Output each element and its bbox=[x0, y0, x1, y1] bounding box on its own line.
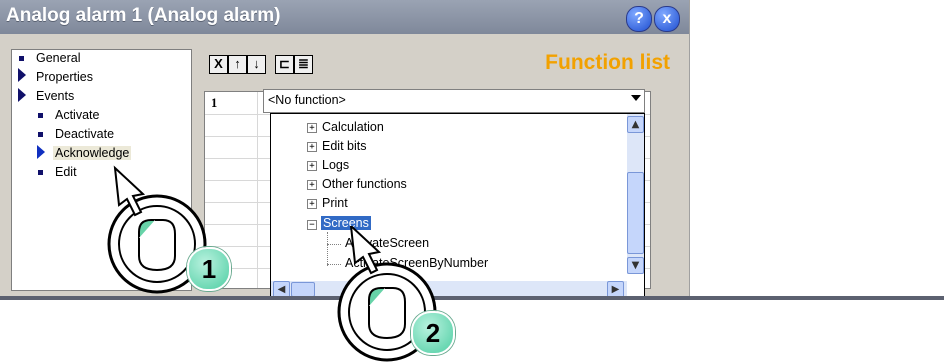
function-list-title: Function list bbox=[545, 51, 670, 74]
step-2-badge: 2 bbox=[411, 311, 455, 355]
step-1-badge: 1 bbox=[187, 247, 231, 291]
delete-button[interactable]: X bbox=[209, 55, 228, 74]
bullet-icon bbox=[38, 170, 43, 175]
expand-icon[interactable]: + bbox=[307, 123, 317, 133]
list-item-calculation[interactable]: Calculation bbox=[322, 120, 384, 134]
selected-function: <No function> bbox=[268, 93, 346, 107]
scroll-thumb[interactable] bbox=[627, 172, 644, 254]
expand-arrow-icon bbox=[18, 68, 26, 82]
list-item-print[interactable]: Print bbox=[322, 196, 348, 210]
title-bar: Analog alarm 1 (Analog alarm) ? x bbox=[0, 0, 689, 34]
tree-item-deactivate[interactable]: Deactivate bbox=[55, 127, 114, 141]
collapse-icon[interactable]: − bbox=[307, 220, 317, 230]
tree-item-general[interactable]: General bbox=[36, 51, 80, 65]
expand-icon[interactable]: + bbox=[307, 180, 317, 190]
expand-icon[interactable]: + bbox=[307, 142, 317, 152]
scroll-up-icon[interactable]: ▲ bbox=[627, 116, 644, 133]
tree-item-edit[interactable]: Edit bbox=[55, 165, 77, 179]
expand-arrow-icon bbox=[18, 88, 26, 102]
move-down-button[interactable]: ↓ bbox=[247, 55, 266, 74]
bullet-icon bbox=[38, 132, 43, 137]
toolbar-button-1[interactable]: ⊏ bbox=[275, 55, 294, 74]
bullet-icon bbox=[38, 113, 43, 118]
scroll-thumb[interactable] bbox=[291, 282, 315, 297]
expand-icon[interactable]: + bbox=[307, 161, 317, 171]
vertical-scrollbar[interactable]: ▲ ▼ bbox=[627, 114, 644, 274]
tree-item-acknowledge[interactable]: Acknowledge bbox=[53, 146, 132, 160]
tree-item-properties[interactable]: Properties bbox=[36, 70, 93, 84]
window-title: Analog alarm 1 (Analog alarm) bbox=[6, 5, 281, 26]
list-item-other-functions[interactable]: Other functions bbox=[322, 177, 407, 191]
dropdown-arrow-icon[interactable] bbox=[631, 95, 641, 101]
expand-icon[interactable]: + bbox=[307, 199, 317, 209]
help-icon[interactable]: ? bbox=[626, 6, 652, 32]
selected-arrow-icon bbox=[37, 145, 45, 159]
scroll-down-icon[interactable]: ▼ bbox=[627, 257, 644, 274]
grid-line bbox=[257, 92, 258, 288]
function-select[interactable]: <No function> bbox=[263, 89, 645, 113]
move-up-button[interactable]: ↑ bbox=[228, 55, 247, 74]
close-icon[interactable]: x bbox=[654, 6, 680, 32]
toolbar-button-2[interactable]: ≣ bbox=[294, 55, 313, 74]
list-item-edit-bits[interactable]: Edit bits bbox=[322, 139, 366, 153]
tree-item-events[interactable]: Events bbox=[36, 89, 74, 103]
bullet-icon bbox=[19, 56, 24, 61]
tree-item-activate[interactable]: Activate bbox=[55, 108, 99, 122]
row-number: 1 bbox=[211, 96, 218, 110]
list-item-logs[interactable]: Logs bbox=[322, 158, 349, 172]
